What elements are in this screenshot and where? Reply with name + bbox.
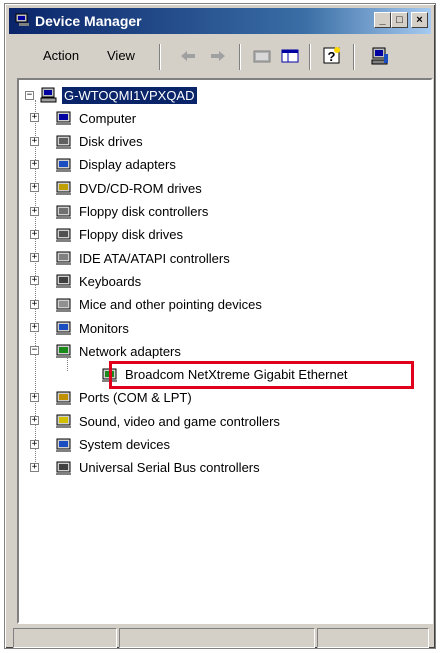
keyboard-icon xyxy=(56,274,71,289)
sound-icon xyxy=(56,414,71,429)
tree-item-label: Floppy disk drives xyxy=(79,227,184,243)
tree-category-item[interactable]: + Keyboards xyxy=(30,271,143,291)
back-arrow-icon xyxy=(181,51,195,61)
menu-view[interactable]: View xyxy=(107,48,135,63)
title-bar[interactable]: Device Manager _ □ × xyxy=(9,8,431,34)
tree-category-item[interactable]: + Computer xyxy=(30,108,138,128)
expand-toggle[interactable]: + xyxy=(30,299,39,309)
device-manager-app-icon xyxy=(15,13,29,26)
device-tree[interactable]: − G-WTOQMI1VPXQAD + Computer + Disk drives +… xyxy=(17,78,433,624)
close-button[interactable]: × xyxy=(411,12,428,28)
expand-toggle[interactable]: + xyxy=(30,206,39,216)
tree-category-item[interactable]: − Network adapters xyxy=(30,341,183,361)
cdrom-icon xyxy=(56,181,71,196)
tree-item-label: Monitors xyxy=(79,320,129,336)
tree-item-label: Ports (COM & LPT) xyxy=(79,390,192,406)
expand-toggle[interactable]: + xyxy=(30,462,39,472)
mouse-icon xyxy=(56,298,71,312)
help-icon: ? xyxy=(323,47,340,64)
maximize-icon: □ xyxy=(396,13,403,26)
expand-toggle[interactable]: + xyxy=(30,253,39,263)
tree-item-label: Sound, video and game controllers xyxy=(79,413,280,429)
scan-hardware-button[interactable] xyxy=(369,45,391,67)
tree-category-item[interactable]: + IDE ATA/ATAPI controllers xyxy=(30,248,232,268)
expand-toggle[interactable]: + xyxy=(30,136,39,146)
tree-category-item[interactable]: + Monitors xyxy=(30,318,131,338)
close-icon: × xyxy=(416,13,423,26)
port-icon xyxy=(56,391,71,405)
tree-category-item[interactable]: + Floppy disk controllers xyxy=(30,202,210,222)
tree-root[interactable]: − G-WTOQMI1VPXQAD xyxy=(25,85,197,105)
tree-category-item[interactable]: + Disk drives xyxy=(30,132,145,152)
tree-item-label: Computer xyxy=(79,110,137,126)
expand-toggle[interactable]: + xyxy=(30,276,39,286)
forward-arrow-icon xyxy=(211,51,225,61)
computer-scan-icon xyxy=(371,47,388,65)
tree-item-label: Floppy disk controllers xyxy=(79,204,209,219)
expand-toggle[interactable]: + xyxy=(30,392,39,402)
floppy-controller-icon xyxy=(56,205,71,219)
ide-controller-icon xyxy=(56,251,71,266)
expand-toggle[interactable]: + xyxy=(30,439,39,449)
menu-toolbar: Action View ? xyxy=(9,38,431,76)
window-title: Device Manager xyxy=(35,13,142,29)
tree-item-label: Mice and other pointing devices xyxy=(79,297,262,313)
tree-item-label: Disk drives xyxy=(79,134,143,150)
status-pane-2 xyxy=(119,628,315,648)
floppy-drive-icon xyxy=(56,228,71,242)
up-level-button[interactable] xyxy=(251,45,273,67)
tree-item-label: Network adapters xyxy=(79,343,181,359)
collapse-toggle[interactable]: − xyxy=(30,346,39,356)
tree-view-icon xyxy=(281,49,299,63)
minimize-button[interactable]: _ xyxy=(374,12,391,28)
tree-category-item[interactable]: + Ports (COM & LPT) xyxy=(30,388,194,408)
forward-button[interactable] xyxy=(207,45,229,67)
up-folder-icon xyxy=(253,50,271,63)
help-button[interactable]: ? xyxy=(321,45,343,67)
tree-item-label: Universal Serial Bus controllers xyxy=(79,460,260,476)
toolbar-separator xyxy=(353,44,355,70)
tree-category-item[interactable]: + DVD/CD-ROM drives xyxy=(30,178,204,198)
minimize-icon: _ xyxy=(379,13,386,26)
tree-item-label: System devices xyxy=(79,437,171,452)
monitor-icon xyxy=(56,321,71,335)
back-button[interactable] xyxy=(177,45,199,67)
computer-icon xyxy=(56,111,71,126)
expand-toggle[interactable]: + xyxy=(30,113,39,123)
expand-toggle[interactable]: + xyxy=(30,159,39,169)
expand-toggle[interactable]: + xyxy=(30,183,39,193)
usb-icon xyxy=(56,461,71,475)
tree-category-item[interactable]: + Floppy disk drives xyxy=(30,225,185,245)
expand-toggle[interactable]: + xyxy=(30,229,39,239)
collapse-toggle[interactable]: − xyxy=(25,90,34,100)
status-pane-3 xyxy=(317,628,429,648)
expand-toggle[interactable]: + xyxy=(30,416,39,426)
tree-category-item[interactable]: + Universal Serial Bus controllers xyxy=(30,458,262,478)
device-manager-window: Device Manager _ □ × Action View ? − G-W… xyxy=(4,3,436,649)
tree-category-item[interactable]: + System devices xyxy=(30,435,172,455)
toolbar-separator xyxy=(309,44,311,70)
tree-category-item[interactable]: + Mice and other pointing devices xyxy=(30,295,264,315)
highlight-box xyxy=(109,361,414,389)
toolbar-separator xyxy=(159,44,161,70)
computer-icon xyxy=(40,87,57,103)
network-adapter-icon xyxy=(56,344,71,359)
tree-item-label: Display adapters xyxy=(79,157,176,173)
expand-toggle[interactable]: + xyxy=(30,323,39,332)
tree-item-label: DVD/CD-ROM drives xyxy=(79,180,202,196)
maximize-button[interactable]: □ xyxy=(391,12,408,28)
system-device-icon xyxy=(56,438,71,452)
tree-category-item[interactable]: + Sound, video and game controllers xyxy=(30,411,282,431)
show-hide-tree-button[interactable] xyxy=(279,45,301,67)
toolbar-separator xyxy=(239,44,241,70)
disk-drive-icon xyxy=(56,135,71,149)
display-adapter-icon xyxy=(56,158,71,172)
tree-item-label: Keyboards xyxy=(79,273,142,289)
tree-item-label: IDE ATA/ATAPI controllers xyxy=(79,250,230,266)
status-pane-1 xyxy=(13,628,117,648)
root-computer-name: G-WTOQMI1VPXQAD xyxy=(62,86,197,104)
tree-category-item[interactable]: + Display adapters xyxy=(30,155,178,175)
menu-action[interactable]: Action xyxy=(43,48,79,63)
